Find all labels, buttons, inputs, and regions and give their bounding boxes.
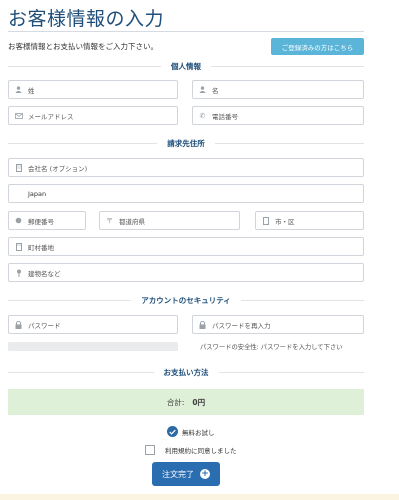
phone-icon: ✆ (199, 111, 206, 120)
password-confirm-field[interactable]: パスワードを再入力 (192, 315, 364, 334)
prefecture-placeholder: 都道府県 (119, 217, 145, 226)
street-address-placeholder: 町村番地 (28, 243, 54, 252)
submit-label: 注文完了 (162, 469, 194, 479)
section-account-security: アカウントのセキュリティ (8, 294, 364, 306)
email-field[interactable]: メールアドレス (8, 106, 178, 125)
first-name-placeholder: 名 (212, 86, 219, 95)
complete-order-button[interactable]: 注文完了 + (152, 462, 220, 486)
building-name-field[interactable]: 建物名など (8, 263, 364, 282)
section-heading: 個人情報 (171, 61, 201, 71)
building-name-placeholder: 建物名など (28, 269, 61, 278)
postal-code-field[interactable]: 郵便番号 (8, 211, 86, 230)
user-icon (14, 86, 23, 93)
password-strength-text: パスワードの安全性: パスワードを入力して下さい (200, 344, 343, 351)
section-divider (8, 65, 161, 67)
section-billing-address: 請求先住所 (8, 137, 364, 149)
city-placeholder: 市・区 (275, 217, 295, 226)
street-address-field[interactable]: 町村番地 (8, 237, 364, 256)
section-heading: 請求先住所 (167, 138, 205, 148)
intro-text: お客様情報とお支払い情報をご入力下さい。 (8, 42, 158, 51)
section-divider (8, 142, 158, 144)
map-pin-icon (14, 269, 23, 277)
password-confirm-placeholder: パスワードを再入力 (212, 321, 271, 330)
terms-label: 利用規約に同意しました (165, 447, 237, 455)
company-field[interactable]: 会社名 (オプション) (8, 158, 364, 177)
existing-customer-login-button[interactable]: ご登録済みの方はこちら (271, 38, 364, 55)
building-icon (261, 216, 270, 225)
postal-code-placeholder: 郵便番号 (28, 217, 54, 226)
section-payment-method: お支払い方法 (8, 366, 364, 378)
last-name-field[interactable]: 姓 (8, 80, 178, 99)
city-field[interactable]: 市・区 (255, 211, 364, 230)
plus-circle-icon: + (200, 469, 210, 479)
envelope-icon (14, 112, 23, 119)
postal-mark-icon: 〒 (106, 216, 113, 225)
section-divider (214, 142, 364, 144)
password-placeholder: パスワード (28, 321, 61, 330)
country-value: Japan (28, 189, 47, 198)
section-divider (211, 65, 364, 67)
email-placeholder: メールアドレス (28, 112, 74, 121)
building-icon (14, 163, 23, 172)
phone-placeholder: 電話番号 (212, 112, 238, 121)
company-placeholder: 会社名 (オプション) (28, 164, 88, 173)
free-trial-option[interactable]: 無料お試し (167, 426, 215, 437)
country-select[interactable]: Japan (8, 184, 364, 203)
section-heading: アカウントのセキュリティ (141, 295, 231, 305)
terms-agreement[interactable]: 利用規約に同意しました (145, 445, 237, 455)
prefecture-field[interactable]: 〒 都道府県 (99, 211, 240, 230)
order-total: 合計: 0円 (8, 389, 364, 415)
section-divider (218, 371, 364, 373)
total-label: 合計: (166, 397, 185, 407)
section-divider (8, 371, 154, 373)
phone-field[interactable]: ✆ 電話番号 (192, 106, 364, 125)
page-title: お客様情報の入力 (8, 8, 165, 30)
notice-banner (0, 494, 399, 500)
total-amount: 0円 (192, 397, 206, 407)
section-divider (240, 299, 364, 301)
section-heading: お支払い方法 (163, 367, 209, 377)
title-divider (8, 31, 364, 32)
section-divider (8, 299, 132, 301)
free-trial-label: 無料お試し (182, 428, 215, 437)
map-marker-icon (14, 217, 23, 224)
section-personal-info: 個人情報 (8, 60, 364, 72)
lock-icon (198, 320, 207, 329)
password-field[interactable]: パスワード (8, 315, 178, 334)
first-name-field[interactable]: 名 (192, 80, 364, 99)
user-icon (198, 86, 207, 93)
terms-checkbox[interactable] (145, 445, 155, 455)
checkmark-icon[interactable] (167, 426, 178, 437)
lock-icon (14, 320, 23, 329)
building-icon (14, 242, 23, 251)
last-name-placeholder: 姓 (28, 86, 35, 95)
password-strength-bar (8, 342, 178, 351)
